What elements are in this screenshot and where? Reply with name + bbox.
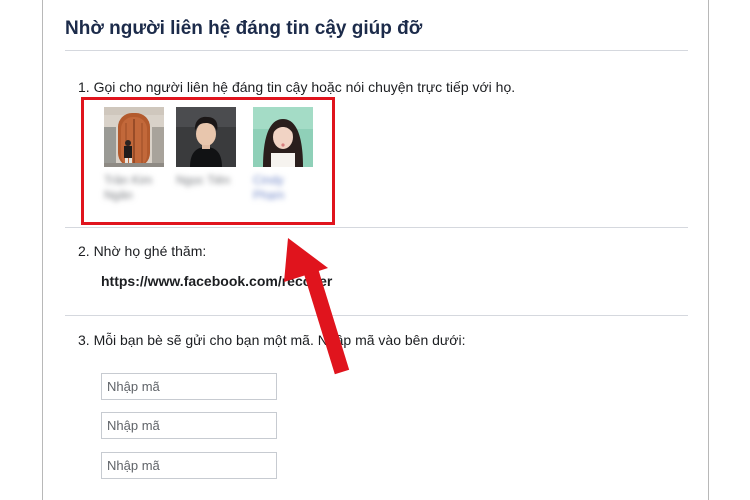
step-3-text: 3. Mỗi bạn bè sẽ gửi cho bạn một mã. Nhậ… (78, 332, 466, 348)
title-divider (65, 50, 688, 51)
code-input-3[interactable] (101, 452, 277, 479)
code-input-2[interactable] (101, 412, 277, 439)
code-input-1[interactable] (101, 373, 277, 400)
dialog-title: Nhờ người liên hệ đáng tin cậy giúp đỡ (65, 18, 423, 39)
trusted-contacts-dialog: Nhờ người liên hệ đáng tin cậy giúp đỡ 1… (43, 0, 708, 500)
section-divider (65, 315, 688, 316)
step-2-text: 2. Nhờ họ ghé thăm: (78, 243, 207, 259)
highlight-box (81, 97, 335, 225)
recover-link[interactable]: https://www.facebook.com/recover (101, 273, 332, 289)
step-1-text: 1. Gọi cho người liên hệ đáng tin cậy ho… (78, 79, 516, 95)
right-border (708, 0, 709, 500)
section-divider (65, 227, 688, 228)
